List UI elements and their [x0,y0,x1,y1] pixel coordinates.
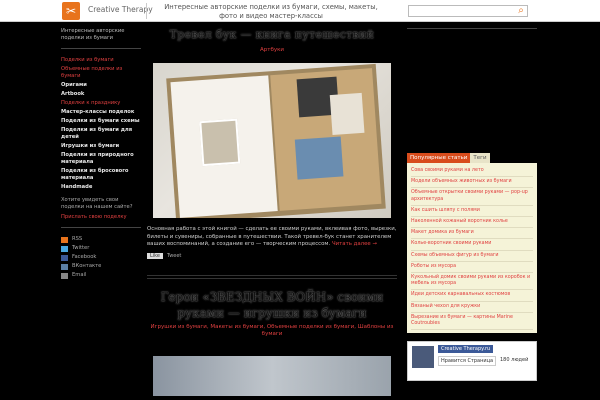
popular-item[interactable]: Макет домика из бумаги [411,228,533,240]
nav-item[interactable]: Handmade [61,184,141,191]
main-content: Тревел бук — книга путешествий Артбуки О… [147,28,397,400]
social-label: Facebook [72,254,97,260]
social-links: RSS Twitter Facebook ВКонтакте Email [61,236,141,279]
facebook-like-button[interactable]: Нравится Страница [438,356,497,367]
divider [61,227,141,228]
social-label: Email [72,272,87,278]
like-button[interactable]: Like [147,252,163,259]
social-icon [61,236,68,243]
share-bar: Like Tweet [147,252,397,259]
nav-item[interactable]: Поделки к празднику [61,100,141,107]
book-photo [166,63,386,218]
post-category[interactable]: Артбуки [147,47,397,53]
nav-item[interactable]: Поделки из бумаги схемы [61,118,141,125]
post-title[interactable]: Тревел бук — книга путешествий [147,28,397,41]
divider [407,28,537,29]
site-name[interactable]: Creative Therapy [88,5,153,14]
nav-item[interactable]: Artbook [61,91,141,98]
nav-item[interactable]: Поделки из бумаги для детей [61,127,141,141]
popular-item[interactable]: Схемы объемных фигур из бумаги [411,251,533,262]
social-icon [61,254,68,261]
tab-popular[interactable]: Популярные статьи [407,153,471,163]
left-sidebar: Интересные авторские поделки из бумаги П… [61,28,141,400]
divider [61,48,141,49]
post-excerpt: Основная работа с этой книгой — сделать … [147,226,397,249]
photo-sea [294,136,344,180]
tweet-button[interactable]: Tweet [167,253,181,259]
submit-prompt: Хотите увидеть свои поделки на нашем сай… [61,197,133,210]
social-link[interactable]: RSS [61,236,141,243]
post-title[interactable]: Герои «ЗВЕЗДНЫХ ВОЙН» своими руками — иг… [147,289,397,321]
facebook-widget: Creative Therapy.ru Нравится Страница 18… [407,341,537,382]
top-bar: ✂ Creative Therapy Интересные авторские … [0,0,600,22]
sidebar-intro: Интересные авторские поделки из бумаги [61,28,125,41]
nav-item[interactable]: Игрушки из бумаги [61,143,141,150]
sidebar-tabs: Популярные статьи Теги [407,153,537,163]
nav-item[interactable]: Поделки из бумаги [61,57,141,64]
social-icon [61,245,68,252]
popular-item[interactable]: Вырезание из бумаги — картины Marine Cou… [411,313,533,331]
post-image[interactable] [153,63,391,218]
social-link[interactable]: ВКонтакте [61,263,141,270]
popular-item[interactable]: Как сшить шляпу с полями [411,206,533,218]
facebook-page-name[interactable]: Creative Therapy.ru [438,345,494,354]
social-label: RSS [72,236,83,242]
search-icon[interactable]: ⌕ [514,4,528,18]
search-input[interactable] [408,5,528,17]
nav-item[interactable]: Поделки из природного материала [61,152,141,166]
facebook-like-count: 180 людей [500,357,529,364]
nav-item[interactable]: Мастер-классы поделок [61,109,141,116]
social-link[interactable]: Facebook [61,254,141,261]
site-tagline: Интересные авторские поделки из бумаги, … [164,3,378,20]
social-icon [61,272,68,279]
popular-list: Сова своими руками на лето Модели объемны… [407,163,537,334]
nav-item[interactable]: Поделки из бросового материала [61,168,141,182]
social-link[interactable]: Email [61,272,141,279]
popular-item[interactable]: Объемные открытки своими руками — pop-up… [411,188,533,206]
post-divider [147,274,397,279]
tab-tags[interactable]: Теги [470,153,490,163]
facebook-avatar[interactable] [412,346,434,369]
popular-item[interactable]: Роботы из мусора [411,262,533,274]
photo-building [199,118,241,167]
divider [146,3,147,19]
post-category[interactable]: Игрушки из бумаги, Макеты из бумаги, Объ… [147,324,397,338]
submit-link[interactable]: Прислать свою поделку [61,214,141,221]
photo-hand [329,92,365,136]
post-image[interactable] [153,355,391,396]
nav-item[interactable]: Оригами [61,82,141,89]
social-label: ВКонтакте [72,263,102,269]
popular-item[interactable]: Сова своими руками на лето [411,166,533,178]
popular-item[interactable]: Модели объемных животных из бумаги [411,177,533,189]
popular-item[interactable]: Наколенной кожаный воротник колье [411,217,533,229]
right-sidebar: Популярные статьи Теги Сова своими рукам… [407,28,537,400]
read-more-link[interactable]: Читать далее → [332,241,377,247]
popular-item[interactable]: Колье-воротник своими руками [411,239,533,251]
scissors-logo-icon[interactable]: ✂ [62,2,80,20]
social-link[interactable]: Twitter [61,245,141,252]
social-icon [61,263,68,270]
social-label: Twitter [72,245,90,251]
popular-item[interactable]: Идеи детских карнавальных костюмов [411,290,533,302]
popular-item[interactable]: Вязаный чехол для кружки [411,302,533,313]
popular-item[interactable]: Кукольный домик своими руками из коробок… [411,273,533,291]
category-nav: Поделки из бумаги Объемные поделки из бум… [61,57,141,191]
nav-item[interactable]: Объемные поделки из бумаги [61,66,141,80]
